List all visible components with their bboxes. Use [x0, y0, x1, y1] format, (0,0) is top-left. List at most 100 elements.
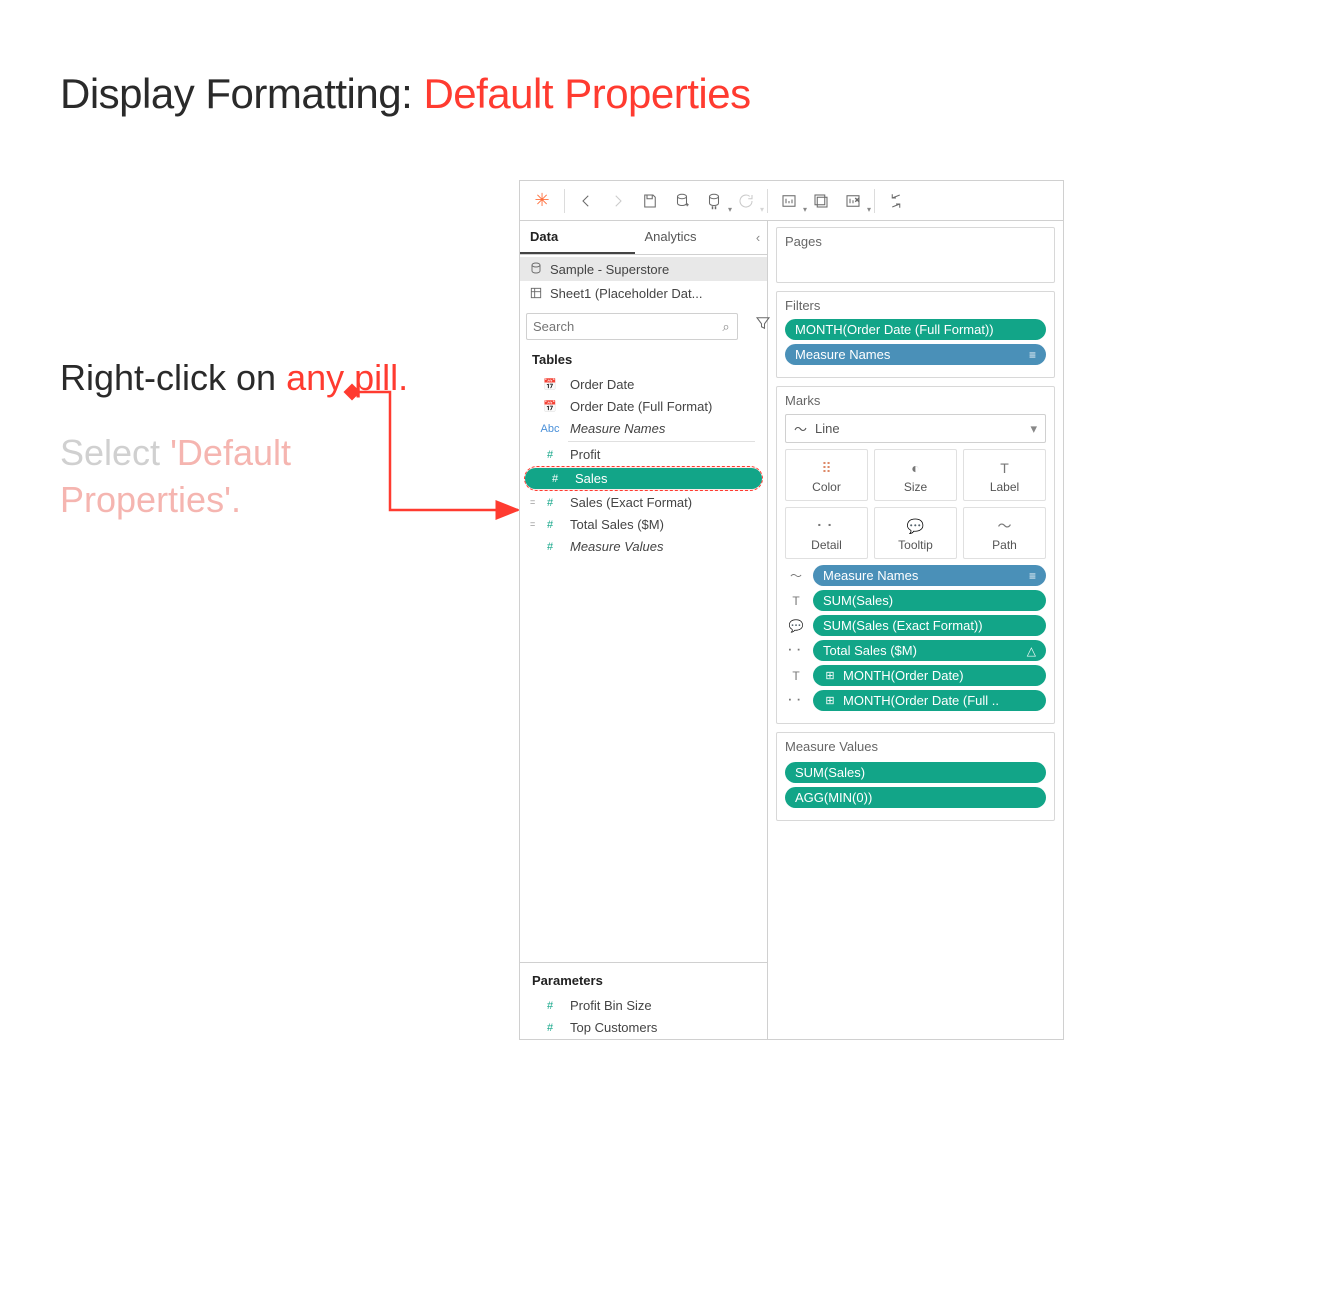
pill-label: MONTH(Order Date (Full Format))	[795, 322, 1036, 337]
label-icon: T	[785, 594, 807, 608]
instruction-step-1: Right-click on any pill.	[60, 355, 460, 402]
mark-pill-measure-names[interactable]: Measure Names≡	[813, 565, 1046, 586]
mark-pill-sum-sales-exact[interactable]: SUM(Sales (Exact Format))	[813, 615, 1046, 636]
refresh-button[interactable]	[731, 186, 761, 216]
pill-label: Total Sales ($M)	[823, 643, 1021, 658]
number-icon: #	[538, 541, 562, 553]
pages-title: Pages	[785, 234, 1046, 249]
field-label: Sales (Exact Format)	[570, 495, 759, 510]
field-label: Profit	[570, 447, 759, 462]
selected-field-highlight: # Sales	[524, 466, 763, 491]
field-search[interactable]: ⌕	[526, 313, 738, 340]
marks-card: Marks 〜 Line ▾ ⠿Color ◐Size TLabel ⠂⠂Det…	[776, 386, 1055, 724]
mark-pill-sum-sales[interactable]: SUM(Sales)	[813, 590, 1046, 611]
mark-row: 〜Measure Names≡	[785, 565, 1046, 586]
new-datasource-button[interactable]	[667, 186, 697, 216]
measure-values-shelf[interactable]: Measure Values SUM(Sales) AGG(MIN(0))	[776, 732, 1055, 821]
field-sales-exact[interactable]: #Sales (Exact Format)	[520, 492, 767, 513]
measure-values-title: Measure Values	[785, 739, 1046, 754]
toolbar-sep	[874, 189, 875, 213]
date-icon: 📅	[538, 378, 562, 391]
pill-label: MONTH(Order Date)	[843, 668, 1036, 683]
pill-label: SUM(Sales)	[823, 593, 1036, 608]
datasource-item[interactable]: Sheet1 (Placeholder Dat...	[520, 281, 767, 305]
line-icon: 〜	[794, 419, 807, 438]
mark-row: 💬 SUM(Sales (Exact Format))	[785, 615, 1046, 636]
search-input[interactable]	[527, 314, 715, 339]
page-title: Display Formatting: Default Properties	[60, 70, 751, 118]
param-label: Top Customers	[570, 1020, 759, 1035]
datasource-item[interactable]: Sample - Superstore	[520, 257, 767, 281]
mark-tooltip-button[interactable]: 💬 Tooltip	[874, 507, 957, 559]
delta-icon: △	[1027, 644, 1036, 658]
param-top-customers[interactable]: #Top Customers	[520, 1017, 767, 1038]
mark-row: T ⊞ MONTH(Order Date)	[785, 665, 1046, 686]
field-sales[interactable]: # Sales	[525, 468, 762, 489]
number-icon: #	[543, 473, 567, 485]
field-label: Total Sales ($M)	[570, 517, 759, 532]
forward-button[interactable]	[603, 186, 633, 216]
date-icon: 📅	[538, 400, 562, 413]
filters-shelf[interactable]: Filters MONTH(Order Date (Full Format)) …	[776, 291, 1055, 378]
shelves-area: Pages Filters MONTH(Order Date (Full For…	[768, 221, 1063, 1039]
collapse-pane-button[interactable]: ‹	[749, 221, 767, 254]
parameters-header: Parameters	[520, 967, 767, 994]
field-total-sales[interactable]: #Total Sales ($M)	[520, 514, 767, 535]
plus-icon: ⊞	[823, 694, 837, 707]
mark-row: ⠂⠂ Total Sales ($M) △	[785, 640, 1046, 661]
detail-icon: ⠂⠂	[785, 644, 807, 658]
pause-updates-button[interactable]	[699, 186, 729, 216]
pill-label: MONTH(Order Date (Full ..	[843, 693, 1036, 708]
path-icon: 〜	[964, 516, 1045, 536]
label-icon: T	[964, 458, 1045, 478]
label-icon: T	[785, 669, 807, 683]
tooltip-icon: 💬	[875, 516, 956, 536]
field-order-date[interactable]: 📅Order Date	[520, 374, 767, 395]
tab-analytics[interactable]: Analytics	[635, 221, 750, 254]
field-label: Measure Values	[570, 539, 759, 554]
field-label: Sales	[575, 471, 754, 486]
new-worksheet-button[interactable]	[774, 186, 804, 216]
field-profit[interactable]: #Profit	[520, 444, 767, 465]
mark-pill-month-orderdate[interactable]: ⊞ MONTH(Order Date)	[813, 665, 1046, 686]
tab-data[interactable]: Data	[520, 221, 635, 254]
pill-label: SUM(Sales)	[795, 765, 1036, 780]
pages-shelf[interactable]: Pages	[776, 227, 1055, 283]
toolbar-sep	[564, 189, 565, 213]
pill-label: Measure Names	[795, 347, 1023, 362]
mark-detail-button[interactable]: ⠂⠂Detail	[785, 507, 868, 559]
tooltip-icon: 💬	[785, 619, 807, 633]
field-divider	[568, 441, 755, 442]
mark-label-button[interactable]: TLabel	[963, 449, 1046, 501]
filter-pill-month[interactable]: MONTH(Order Date (Full Format))	[785, 319, 1046, 340]
field-measure-values[interactable]: # Measure Values	[520, 536, 767, 557]
filter-pill-measure-names[interactable]: Measure Names ≡	[785, 344, 1046, 365]
mark-type-select[interactable]: 〜 Line ▾	[785, 414, 1046, 443]
mark-pill-month-orderdate-full[interactable]: ⊞ MONTH(Order Date (Full ..	[813, 690, 1046, 711]
field-measure-names[interactable]: AbcMeasure Names	[520, 418, 767, 439]
mark-size-button[interactable]: ◐Size	[874, 449, 957, 501]
mark-color-button[interactable]: ⠿Color	[785, 449, 868, 501]
save-button[interactable]	[635, 186, 665, 216]
param-profit-bin[interactable]: #Profit Bin Size	[520, 995, 767, 1016]
mark-card-label: Color	[786, 480, 867, 494]
data-pane: Data Analytics ‹ Sample - Superstore She…	[520, 221, 768, 1039]
mv-pill-agg-min0[interactable]: AGG(MIN(0))	[785, 787, 1046, 808]
parameters-section: Parameters #Profit Bin Size #Top Custome…	[520, 962, 767, 1039]
title-part1: Display Formatting:	[60, 70, 423, 117]
clear-sheet-button[interactable]	[838, 186, 868, 216]
number-icon: #	[538, 1000, 562, 1012]
text-icon: Abc	[538, 423, 562, 435]
title-part2: Default Properties	[423, 70, 750, 117]
field-order-date-full[interactable]: 📅Order Date (Full Format)	[520, 396, 767, 417]
plus-icon: ⊞	[823, 669, 837, 682]
swap-rows-columns-button[interactable]	[881, 186, 911, 216]
filter-icon: ≡	[1029, 348, 1036, 362]
duplicate-sheet-button[interactable]	[806, 186, 836, 216]
mark-pill-total-sales[interactable]: Total Sales ($M) △	[813, 640, 1046, 661]
pill-label: SUM(Sales (Exact Format))	[823, 618, 1036, 633]
mv-pill-sum-sales[interactable]: SUM(Sales)	[785, 762, 1046, 783]
back-button[interactable]	[571, 186, 601, 216]
mark-card-label: Tooltip	[875, 538, 956, 552]
mark-path-button[interactable]: 〜Path	[963, 507, 1046, 559]
